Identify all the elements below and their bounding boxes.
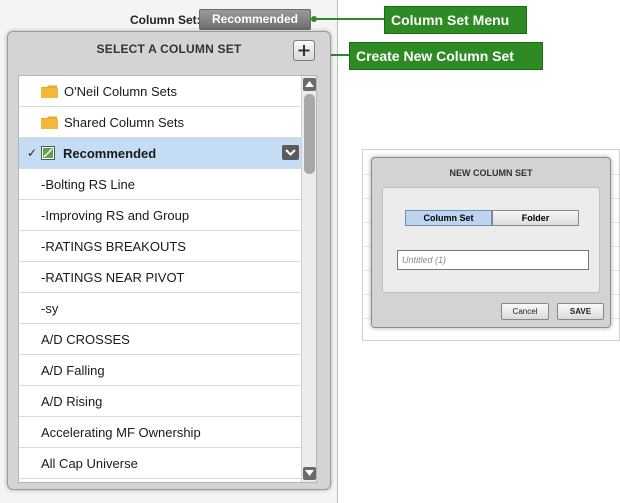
column-set-icon xyxy=(41,146,55,160)
new-column-set-dialog: NEW COLUMN SET Column Set Folder Untitle… xyxy=(371,157,611,328)
list-item-label: A/D CROSSES xyxy=(41,331,130,347)
list-item-label: -Bolting RS Line xyxy=(41,176,135,192)
item-options-dropdown[interactable] xyxy=(282,145,299,160)
segment-column-set[interactable]: Column Set xyxy=(405,210,492,226)
callout-menu-line xyxy=(314,18,384,20)
folder-icon xyxy=(41,85,58,98)
list-item-label: A/D Rising xyxy=(41,393,103,409)
list-item-label: A/D Falling xyxy=(41,362,105,378)
scroll-thumb[interactable] xyxy=(304,94,315,174)
list-item[interactable]: A/D Falling xyxy=(19,355,301,386)
segment-folder[interactable]: Folder xyxy=(492,210,579,226)
column-set-name-input[interactable]: Untitled (1) xyxy=(397,250,589,270)
list-item-folder[interactable]: Shared Column Sets xyxy=(19,107,301,138)
list-item-selected[interactable]: ✓ Recommended xyxy=(19,138,301,169)
plus-icon xyxy=(298,45,310,56)
list-item[interactable]: -RATINGS BREAKOUTS xyxy=(19,231,301,262)
list-item-label: Recommended xyxy=(63,145,157,161)
select-column-set-panel: SELECT A COLUMN SET O'Neil Column Sets S… xyxy=(7,31,331,490)
create-column-set-button[interactable] xyxy=(293,40,315,61)
dialog-title: NEW COLUMN SET xyxy=(449,168,533,178)
cancel-button[interactable]: Cancel xyxy=(501,303,549,320)
save-button[interactable]: SAVE xyxy=(557,303,604,320)
chevron-down-icon xyxy=(285,149,296,156)
list-item-label: O'Neil Column Sets xyxy=(64,83,178,99)
scroll-down-button[interactable] xyxy=(303,467,316,480)
list-item-label: -Improving RS and Group xyxy=(41,207,190,223)
list-item[interactable]: -RATINGS NEAR PIVOT xyxy=(19,262,301,293)
column-set-list: O'Neil Column Sets Shared Column Sets ✓ … xyxy=(18,75,317,483)
scroll-up-button[interactable] xyxy=(303,78,316,91)
list-item[interactable]: -Bolting RS Line xyxy=(19,169,301,200)
list-item-label: Shared Column Sets xyxy=(64,114,184,130)
dialog-body: Column Set Folder Untitled (1) xyxy=(382,187,600,293)
folder-icon xyxy=(41,116,58,129)
panel-title: SELECT A COLUMN SET xyxy=(96,42,242,56)
arrow-up-icon xyxy=(305,81,314,87)
list-item-label: Accelerating MF Ownership xyxy=(41,424,201,440)
list-item-label: All Cap Universe xyxy=(41,455,138,471)
list-item-label: -sy xyxy=(41,300,59,316)
list-item[interactable]: A/D CROSSES xyxy=(19,324,301,355)
list-item[interactable]: -Improving RS and Group xyxy=(19,200,301,231)
callout-create-new-column-set: Create New Column Set xyxy=(349,42,543,70)
list-item[interactable]: All Cap Universe xyxy=(19,448,301,479)
checkmark-icon: ✓ xyxy=(27,146,38,160)
list-item[interactable]: A/D Rising xyxy=(19,386,301,417)
screenshot-stage: Column Set: Recommended Column Set Menu … xyxy=(0,0,620,503)
list-item-label: -RATINGS NEAR PIVOT xyxy=(41,269,185,285)
list-scrollbar[interactable] xyxy=(301,76,316,482)
list-item-folder[interactable]: O'Neil Column Sets xyxy=(19,76,301,107)
arrow-down-icon xyxy=(305,470,314,476)
callout-column-set-menu: Column Set Menu xyxy=(384,6,527,34)
list-item[interactable]: Accelerating MF Ownership xyxy=(19,417,301,448)
column-set-label: Column Set: xyxy=(130,13,201,27)
column-set-menu-button[interactable]: Recommended xyxy=(199,9,311,30)
list-item-label: -RATINGS BREAKOUTS xyxy=(41,238,186,254)
list-item[interactable]: -sy xyxy=(19,293,301,324)
